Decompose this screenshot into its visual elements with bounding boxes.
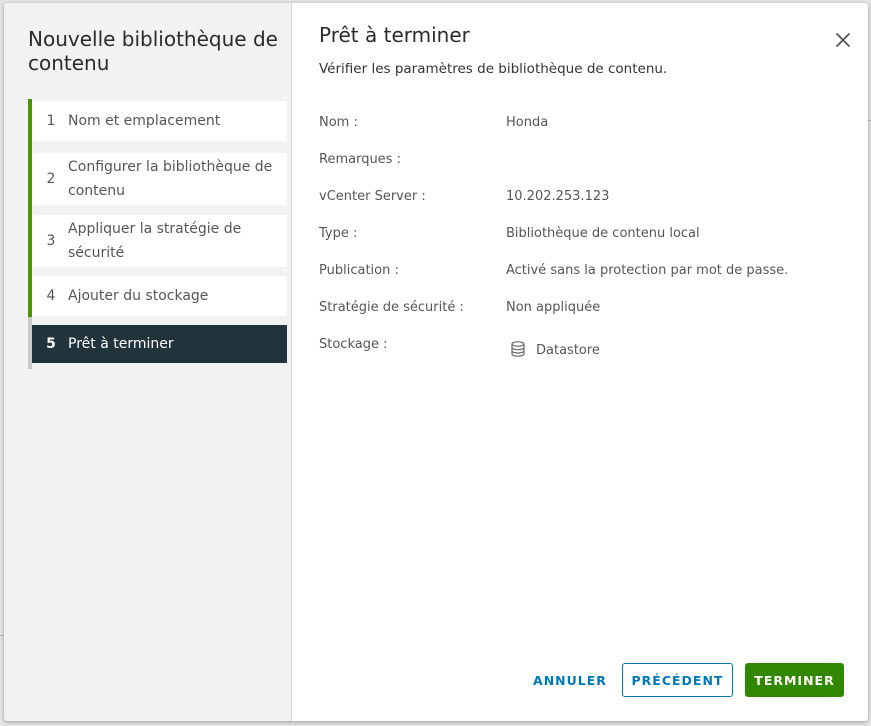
vcenter-label: vCenter Server : <box>319 189 426 204</box>
security-policy-label: Stratégie de sécurité : <box>319 300 464 315</box>
wizard-title: Nouvelle bibliothèque de contenu <box>28 27 278 75</box>
page-subtitle: Vérifier les paramètres de bibliothèque … <box>319 61 668 77</box>
step-number: 2 <box>46 171 56 187</box>
step-number: 5 <box>46 336 56 352</box>
storage-label: Stockage : <box>319 337 388 352</box>
step-label: Configurer la bibliothèque de contenu <box>68 159 273 199</box>
new-content-library-dialog: Nouvelle bibliothèque de contenu 1 Nom e… <box>4 3 868 721</box>
step-number: 4 <box>46 288 56 304</box>
step-number: 1 <box>46 113 56 129</box>
name-value: Honda <box>506 115 549 130</box>
previous-button[interactable]: PRÉCÉDENT <box>622 663 733 697</box>
notes-label: Remarques : <box>319 152 401 167</box>
page-title: Prêt à terminer <box>319 23 470 47</box>
step-name-location[interactable]: 1 Nom et emplacement <box>32 101 287 141</box>
step-label: Ajouter du stockage <box>68 288 209 304</box>
step-label: Appliquer la stratégie de sécurité <box>68 221 242 261</box>
step-security-policy[interactable]: 3 Appliquer la stratégie de sécurité <box>32 215 287 267</box>
step-label: Nom et emplacement <box>68 113 221 129</box>
cancel-button[interactable]: ANNULER <box>530 663 610 697</box>
name-label: Nom : <box>319 115 358 130</box>
close-button[interactable] <box>834 31 852 49</box>
publication-value: Activé sans la protection par mot de pas… <box>506 263 789 278</box>
database-icon <box>511 341 525 357</box>
step-ready-to-complete[interactable]: 5 Prêt à terminer <box>32 325 287 363</box>
security-policy-value: Non appliquée <box>506 300 601 315</box>
close-icon <box>836 33 850 47</box>
vcenter-value: 10.202.253.123 <box>506 189 610 204</box>
step-configure-library[interactable]: 2 Configurer la bibliothèque de contenu <box>32 153 287 205</box>
step-label: Prêt à terminer <box>68 336 174 352</box>
publication-label: Publication : <box>319 263 399 278</box>
step-number: 3 <box>46 233 56 249</box>
step-add-storage[interactable]: 4 Ajouter du stockage <box>32 276 287 316</box>
wizard-sidebar: Nouvelle bibliothèque de contenu 1 Nom e… <box>4 3 292 721</box>
wizard-content: Prêt à terminer Vérifier les paramètres … <box>292 3 868 721</box>
finish-button[interactable]: TERMINER <box>745 663 844 697</box>
type-value: Bibliothèque de contenu local <box>506 226 700 241</box>
storage-value: Datastore <box>536 343 600 358</box>
type-label: Type : <box>319 226 358 241</box>
